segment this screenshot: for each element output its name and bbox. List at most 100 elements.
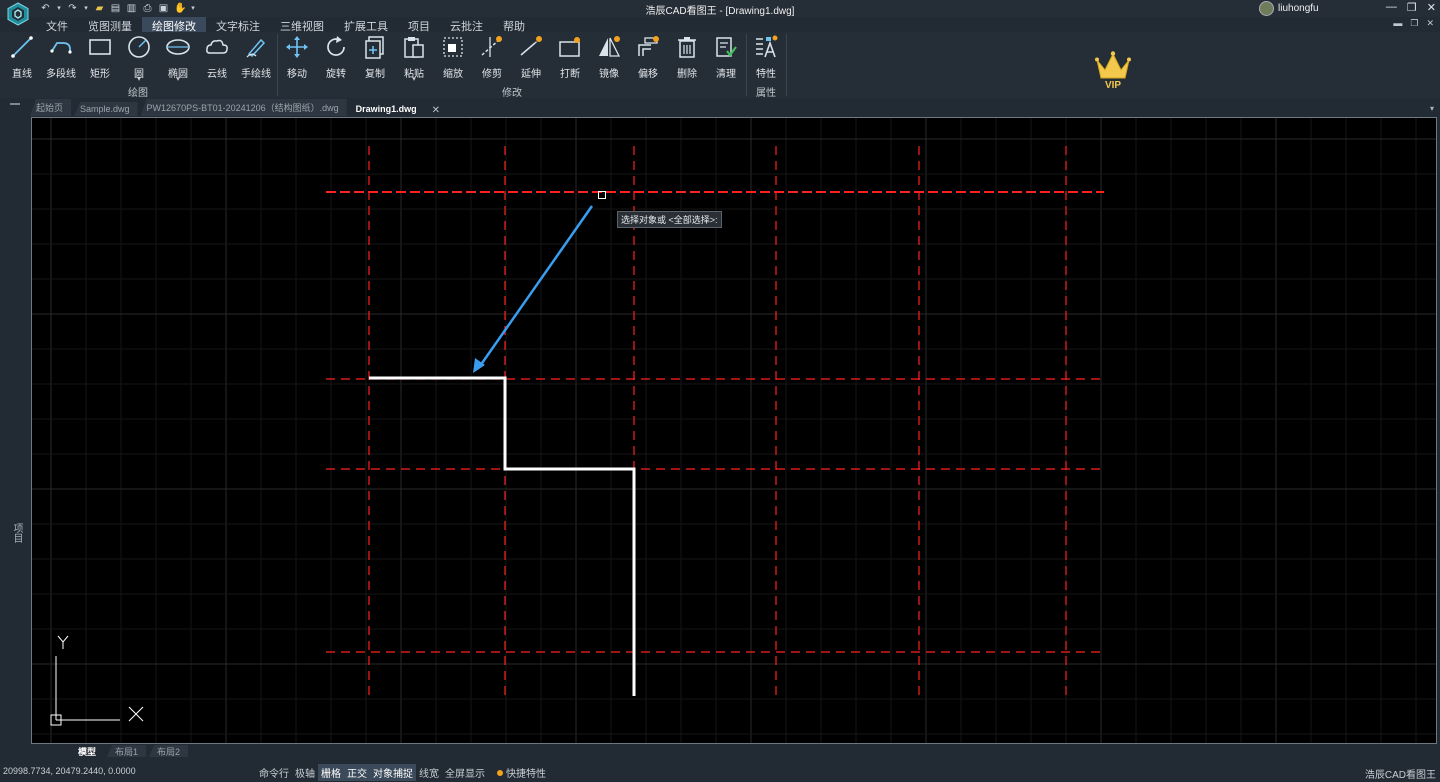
doc-tab-start[interactable]: 起始页 [30,99,72,116]
delete-button[interactable]: 删除 [668,35,706,83]
paste-dropdown-icon[interactable]: ▾ [395,75,433,83]
cursor-coordinates: 20998.7734, 20479.2440, 0.0000 [3,766,136,776]
tab-file[interactable]: 文件 [36,17,78,33]
doc-tab-structure[interactable]: PW12670PS-BT01-20241206（结构图纸）.dwg [140,99,347,116]
tab-draw-modify[interactable]: 绘图修改 [142,17,206,33]
title-bar: ↶ ▾ ↷ ▾ ▰ ▤ ▥ ⎙ ▣ ✋ ▾ 浩辰CAD看图王 - [Drawin… [0,0,1440,26]
doc-restore-button[interactable]: ❐ [1410,18,1418,29]
offset-label: 偏移 [638,69,658,80]
toggle-lineweight[interactable]: 线宽 [416,764,442,781]
drawing-canvas[interactable]: YX 选择对象或 <全部选择>: [31,117,1437,744]
properties-group-title: 属性 [756,88,776,99]
tab-text-dimension[interactable]: 文字标注 [206,17,270,33]
trim-icon [481,36,502,57]
doc-tab-drawing1[interactable]: Drawing1.dwg [349,102,425,116]
scale-button[interactable]: 缩放 [434,35,472,83]
tab-cloud-annotation[interactable]: 云批注 [440,17,493,33]
move-button[interactable]: 移动 [278,35,316,83]
tab-project[interactable]: 项目 [398,17,440,33]
maximize-button[interactable]: ❐ [1407,1,1417,14]
toggle-fullscreen[interactable]: 全屏显示 [442,764,488,781]
pen-icon [246,38,266,58]
cloud-button[interactable]: 云线 [198,35,236,83]
layout-tab-layout1[interactable]: 布局1 [107,745,147,757]
toggle-grid[interactable]: 栅格 [318,764,344,781]
polyline-button[interactable]: 多段线 [42,35,80,83]
purge-icon [716,37,737,57]
toggle-command-line[interactable]: 命令行 [256,764,292,781]
circle-button[interactable]: 圆 ▾ [120,35,158,83]
tab-list-dropdown-icon[interactable]: ▾ [1430,104,1434,113]
extend-label: 延伸 [521,69,541,80]
tab-view-measure[interactable]: 览图测量 [78,17,142,33]
doc-close-button[interactable]: ✕ [1426,18,1434,29]
quick-properties-label: 快捷特性 [506,769,546,780]
purge-button[interactable]: 清理 [707,35,745,83]
status-toggles: 命令行 极轴 栅格 正交 对象捕捉 线宽 全屏显示 快捷特性 [256,764,549,781]
ucs-icon [50,635,144,726]
extend-icon [520,36,542,56]
toggle-osnap[interactable]: 对象捕捉 [370,764,416,781]
mirror-button[interactable]: 镜像 [590,35,628,83]
document-tabs: 起始页 Sample.dwg PW12670PS-BT01-20241206（结… [30,99,440,116]
delete-label: 删除 [677,69,697,80]
tab-help[interactable]: 帮助 [493,17,535,33]
rectangle-button[interactable]: 矩形 [81,35,119,83]
extend-button[interactable]: 延伸 [512,35,550,83]
line-button[interactable]: 直线 [3,35,41,83]
trim-button[interactable]: 修剪 [473,35,511,83]
tab-extensions[interactable]: 扩展工具 [334,17,398,33]
offset-icon [638,36,659,56]
doc-tab-sample[interactable]: Sample.dwg [74,102,138,116]
cloud-icon [206,39,228,54]
circle-dropdown-icon[interactable]: ▾ [120,75,158,83]
scale-icon [443,37,463,57]
toggle-ortho[interactable]: 正交 [344,764,370,781]
rotate-button[interactable]: 旋转 [317,35,355,83]
delete-icon [678,37,696,58]
window-controls: — ❐ ✕ [1386,1,1436,14]
pickbox-cursor [598,191,606,199]
line-icon [11,36,33,58]
drawn-polyline[interactable] [369,376,636,696]
quick-properties-toggle[interactable]: 快捷特性 [488,764,549,781]
vip-badge[interactable]: VIP [1093,50,1133,91]
scale-label: 缩放 [443,69,463,80]
window-title: 浩辰CAD看图王 - [Drawing1.dwg] [645,6,795,17]
drawing-svg[interactable]: YX [32,118,1437,744]
break-label: 打断 [560,69,580,80]
ribbon: 直线 多段线 矩形 圆 ▾ 椭圆 ▾ 云线 手绘线 绘图 移动 旋转 复制 粘贴… [0,32,1440,99]
toggle-polar[interactable]: 极轴 [292,764,318,781]
ellipse-dropdown-icon[interactable]: ▾ [159,75,197,83]
polyline-label: 多段线 [46,69,76,80]
minimize-button[interactable]: — [1386,1,1397,14]
close-button[interactable]: ✕ [1427,1,1436,14]
rectangle-label: 矩形 [90,69,110,80]
doc-tab-drawing1-label: Drawing1.dwg [355,104,417,114]
left-panel-strip: 项目 [0,98,30,762]
layout-tab-layout2[interactable]: 布局2 [149,745,189,757]
avatar [1259,1,1274,16]
offset-button[interactable]: 偏移 [629,35,667,83]
modify-group-title: 修改 [502,88,522,99]
copy-button[interactable]: 复制 [356,35,394,83]
freehand-label: 手绘线 [241,69,271,80]
freehand-button[interactable]: 手绘线 [237,35,275,83]
properties-button[interactable]: 特性 [747,35,785,83]
status-bar: 20998.7734, 20479.2440, 0.0000 命令行 极轴 栅格… [0,762,1440,782]
mirror-label: 镜像 [599,69,619,80]
break-button[interactable]: 打断 [551,35,589,83]
layout-tab-model[interactable]: 模型 [70,745,105,757]
panel-handle-icon[interactable] [10,103,20,105]
close-tab-icon[interactable]: ✕ [432,105,440,116]
layout-tabs: 模型 布局1 布局2 [70,745,191,757]
doc-minimize-button[interactable]: ▬ [1393,18,1402,29]
tab-3d-view[interactable]: 三维视图 [270,17,334,33]
ellipse-button[interactable]: 椭圆 ▾ [159,35,197,83]
username: liuhongfu [1278,3,1319,14]
paste-button[interactable]: 粘贴 ▾ [395,35,433,83]
user-account[interactable]: liuhongfu [1259,1,1319,16]
move-label: 移动 [287,69,307,80]
document-window-controls: ▬ ❐ ✕ [1393,18,1434,29]
project-panel-tab[interactable]: 项目 [9,523,24,543]
